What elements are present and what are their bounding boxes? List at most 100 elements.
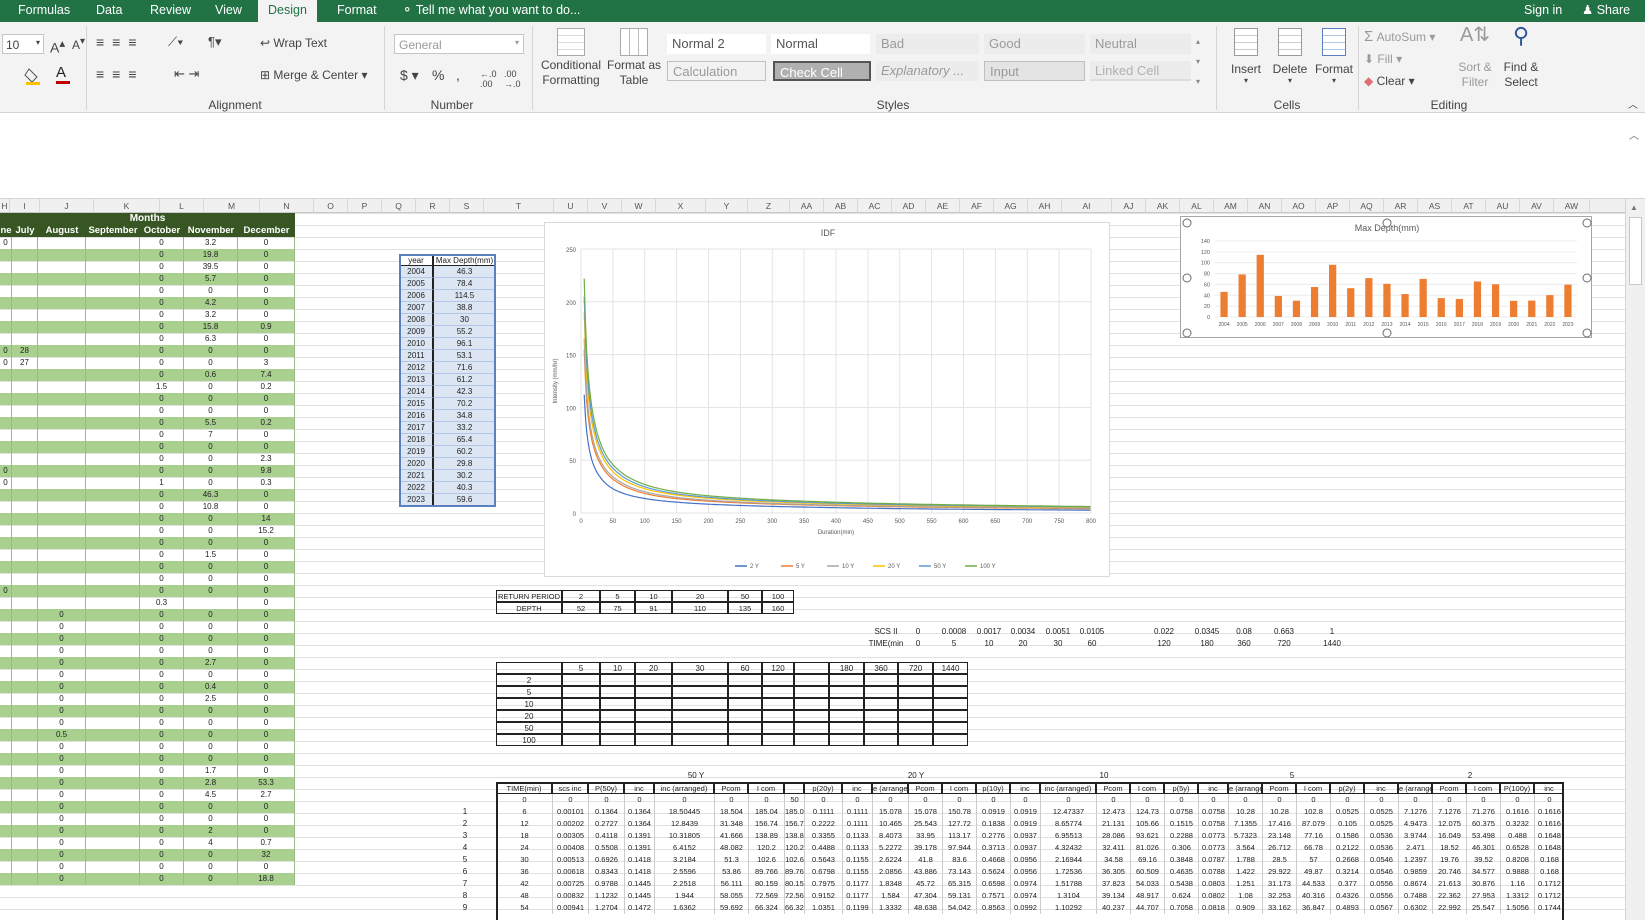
months-cell[interactable]: 0 xyxy=(238,333,295,345)
hyetograph-cell[interactable]: 80.159 xyxy=(748,878,784,890)
hyetograph-cell[interactable]: 0.6528 xyxy=(1500,842,1534,854)
style-linked-cell[interactable]: Linked Cell xyxy=(1090,61,1191,81)
months-cell[interactable] xyxy=(86,441,140,453)
scs-cell[interactable]: 1440 xyxy=(1312,638,1352,650)
hyetograph-cell[interactable]: 71.276 xyxy=(1466,806,1500,818)
months-cell[interactable]: 0 xyxy=(38,717,86,729)
hyetograph-cell[interactable]: 0 xyxy=(1164,794,1198,806)
hyetograph-cell[interactable]: 0.8563 xyxy=(976,902,1010,914)
months-cell[interactable] xyxy=(86,729,140,741)
months-cell[interactable]: 0 xyxy=(184,633,238,645)
scs-cell[interactable]: 0.0008 xyxy=(934,626,974,638)
months-cell[interactable]: 0 xyxy=(238,429,295,441)
months-cell[interactable]: 0 xyxy=(140,825,184,837)
months-cell[interactable]: 0 xyxy=(238,501,295,513)
scs-cell[interactable]: 0 xyxy=(898,626,938,638)
style-explanatory[interactable]: Explanatory ... xyxy=(876,61,979,81)
intensity-grid-cell[interactable] xyxy=(672,722,728,734)
months-cell[interactable]: 0 xyxy=(38,801,86,813)
months-cell[interactable]: 0 xyxy=(38,873,86,885)
max-depth-cell[interactable]: 114.5 xyxy=(433,290,496,302)
intensity-grid-cell[interactable] xyxy=(728,698,762,710)
months-cell[interactable] xyxy=(86,597,140,609)
hyetograph-header[interactable]: Pcom xyxy=(1432,782,1466,794)
months-cell[interactable]: 0 xyxy=(140,801,184,813)
hyetograph-cell[interactable]: 0 xyxy=(496,794,552,806)
hyetograph-cell[interactable]: 59.692 xyxy=(714,902,748,914)
hyetograph-cell[interactable]: 0.1155 xyxy=(842,866,872,878)
intensity-grid-cell[interactable] xyxy=(728,674,762,686)
months-cell[interactable] xyxy=(12,297,38,309)
intensity-grid-cell[interactable] xyxy=(600,686,635,698)
hyetograph-cell[interactable]: 39.52 xyxy=(1466,854,1500,866)
months-cell[interactable] xyxy=(0,825,12,837)
months-cell[interactable] xyxy=(86,297,140,309)
hyetograph-cell[interactable]: 0 xyxy=(908,794,942,806)
hyetograph-cell[interactable]: 2.471 xyxy=(1398,842,1432,854)
currency-icon[interactable]: $ ▾ xyxy=(400,67,419,84)
months-cell[interactable] xyxy=(38,549,86,561)
hyetograph-cell[interactable]: 0.1199 xyxy=(842,902,872,914)
months-cell[interactable]: 0 xyxy=(184,621,238,633)
intensity-grid-row-label[interactable]: 10 xyxy=(496,698,562,710)
intensity-grid-cell[interactable] xyxy=(933,698,968,710)
months-cell[interactable] xyxy=(12,489,38,501)
max-depth-cell[interactable]: 2012 xyxy=(399,362,433,374)
hyetograph-header[interactable]: I com xyxy=(942,782,976,794)
months-cell[interactable]: 0 xyxy=(140,837,184,849)
months-cell[interactable]: 0 xyxy=(184,645,238,657)
months-cell[interactable]: 0 xyxy=(238,597,295,609)
months-cell[interactable]: 0 xyxy=(184,669,238,681)
months-cell[interactable]: 14 xyxy=(238,513,295,525)
scs-cell[interactable]: 180 xyxy=(1187,638,1227,650)
months-cell[interactable]: 0 xyxy=(184,453,238,465)
hyetograph-cell[interactable]: 58.055 xyxy=(714,890,748,902)
months-cell[interactable] xyxy=(38,525,86,537)
column-header-x[interactable]: X xyxy=(656,199,706,213)
tell-me-box[interactable]: ⚬ Tell me what you want to do... xyxy=(392,0,590,22)
hyetograph-cell[interactable]: 66.324 xyxy=(784,902,804,914)
months-cell[interactable]: 0 xyxy=(184,405,238,417)
months-cell[interactable] xyxy=(86,681,140,693)
hyetograph-cell[interactable]: 0.2122 xyxy=(1330,842,1364,854)
hyetograph-cell[interactable]: 34.577 xyxy=(1466,866,1500,878)
grow-font-icon[interactable]: A▴ xyxy=(50,36,65,56)
months-cell[interactable] xyxy=(184,597,238,609)
hyetograph-cell[interactable]: 1.3332 xyxy=(872,902,908,914)
hyetograph-cell[interactable]: 33.162 xyxy=(1262,902,1296,914)
column-header-l[interactable]: L xyxy=(160,199,204,213)
hyetograph-cell[interactable]: 16.049 xyxy=(1432,830,1466,842)
months-cell[interactable] xyxy=(12,441,38,453)
intensity-grid-cell[interactable] xyxy=(933,710,968,722)
hyetograph-cell[interactable]: 0.4668 xyxy=(976,854,1010,866)
collapse-ribbon-icon[interactable]: ︿ xyxy=(1628,96,1638,111)
months-cell[interactable]: 0 xyxy=(140,669,184,681)
hyetograph-cell[interactable]: 0 xyxy=(1130,794,1164,806)
months-cell[interactable]: 0 xyxy=(184,441,238,453)
months-cell[interactable] xyxy=(86,849,140,861)
vertical-align-icons[interactable]: ≡≡≡ xyxy=(96,34,145,50)
months-cell[interactable] xyxy=(12,393,38,405)
months-cell[interactable] xyxy=(0,525,12,537)
hyetograph-cell[interactable]: 0.9152 xyxy=(804,890,842,902)
hyetograph-cell[interactable]: 39.178 xyxy=(908,842,942,854)
column-header-al[interactable]: AL xyxy=(1180,199,1214,213)
months-cell[interactable]: 0 xyxy=(38,765,86,777)
hyetograph-header[interactable]: inc (arranged) xyxy=(654,782,714,794)
months-cell[interactable]: 0 xyxy=(140,789,184,801)
max-depth-cell[interactable]: 2014 xyxy=(399,386,433,398)
max-depth-header[interactable]: Max Depth(mm) xyxy=(433,254,496,266)
hyetograph-cell[interactable]: 0.0787 xyxy=(1198,854,1228,866)
hyetograph-cell[interactable]: 23.148 xyxy=(1262,830,1296,842)
months-cell[interactable] xyxy=(12,549,38,561)
hyetograph-cell[interactable]: 0 xyxy=(1010,794,1040,806)
months-cell[interactable]: 0 xyxy=(238,717,295,729)
months-cell[interactable]: 5.7 xyxy=(184,273,238,285)
months-cell[interactable]: 0 xyxy=(184,345,238,357)
hyetograph-cell[interactable]: 138.89 xyxy=(748,830,784,842)
intensity-grid-cell[interactable] xyxy=(562,686,600,698)
hyetograph-cell[interactable]: 39.134 xyxy=(1096,890,1130,902)
months-cell[interactable] xyxy=(12,813,38,825)
hyetograph-cell[interactable]: 0.4488 xyxy=(804,842,842,854)
hyetograph-cell[interactable]: 0.1133 xyxy=(842,830,872,842)
